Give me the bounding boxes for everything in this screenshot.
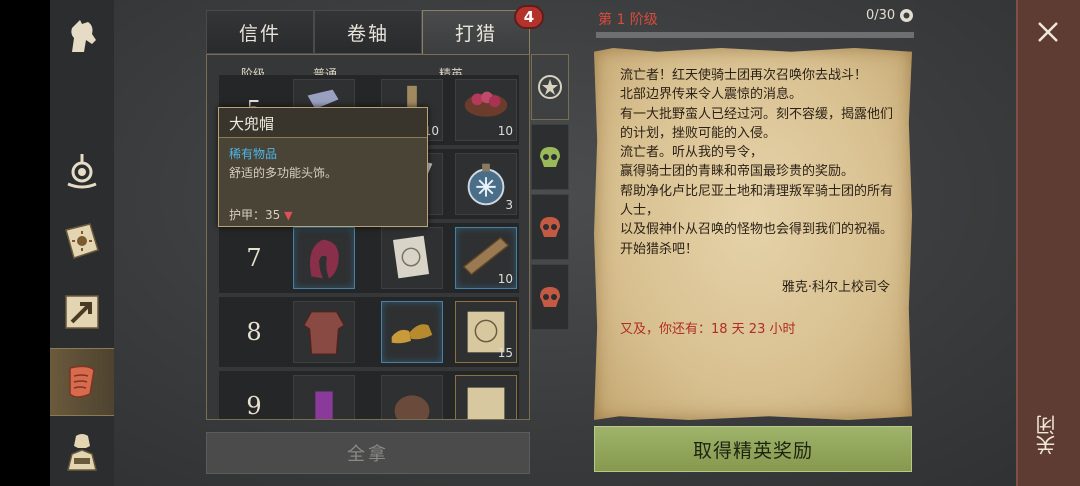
close-panel[interactable] (1016, 0, 1080, 486)
hero-icon (67, 434, 97, 471)
tunic-item-icon (302, 310, 346, 355)
tooltip-description: 舒适的多功能头饰。 (229, 166, 338, 180)
nav-map[interactable] (50, 278, 114, 346)
tab-skull-red-2[interactable] (531, 264, 569, 330)
potion-item-icon (315, 391, 333, 419)
reward-row: 8 15 (219, 297, 519, 367)
letter-line: 有一大批野蛮人已经过河。刻不容缓，揭露他们的计划，挫败可能的入侵。 (620, 106, 894, 141)
normal-reward-slot[interactable] (293, 227, 355, 289)
item-tooltip: 大兜帽 稀有物品 舒适的多功能头饰。 护甲：35 ▼ (218, 107, 428, 227)
elite-reward-slot[interactable] (455, 375, 517, 419)
letter-line: 以及假神仆从召唤的怪物也会得到我们的祝福。开始猎杀吧！ (620, 222, 894, 257)
tooltip-armor: 护甲：35 ▼ (229, 206, 293, 223)
letter-parchment: 流亡者！红天使骑士团再次召唤你去战斗！ 北部边界传来令人震惊的消息。 有一大批野… (594, 48, 912, 420)
scroll-icon (69, 365, 95, 398)
book-sun-icon (65, 223, 99, 259)
letter-body: 流亡者！红天使骑士团再次召唤你去战斗！ 北部边界传来令人震惊的消息。 有一大批野… (620, 66, 894, 259)
nav-horse[interactable] (50, 2, 114, 70)
row-level: 9 (246, 392, 262, 420)
left-black-bar (0, 0, 50, 486)
tab-letters[interactable]: 信件 (206, 10, 314, 54)
close-label[interactable]: 关闭 (1032, 415, 1062, 455)
stage-title: 第 1 阶级 (598, 12, 658, 28)
nav-book[interactable] (50, 208, 114, 276)
letter-line: 北部边界传来令人震惊的消息。 (620, 87, 803, 103)
skull-red-icon (540, 217, 560, 237)
reward-row: 7 10 (219, 223, 519, 293)
bag-item-icon (394, 395, 430, 419)
row-level: 7 (246, 244, 262, 272)
elite-reward-slot[interactable]: 10 (455, 227, 517, 289)
nav-hero[interactable] (50, 418, 114, 486)
letter-line: 赢得骑士团的青睐和帝国最珍贵的奖励。 (620, 164, 855, 180)
horse-icon (71, 20, 96, 52)
tab-skull-green[interactable] (531, 124, 569, 190)
decrease-arrow-icon: ▼ (284, 209, 293, 222)
item-count: 15 (497, 346, 513, 360)
letter-line: 帮助净化卢比尼亚土地和清理叛军骑士团的所有人士， (620, 183, 894, 219)
frost-scroll-icon (467, 387, 505, 419)
normal-reward-slot[interactable] (293, 301, 355, 363)
normal-reward-slot[interactable] (293, 375, 355, 419)
tab-skull-red-1[interactable] (531, 194, 569, 260)
side-nav (50, 0, 114, 486)
elite-reward-slot[interactable]: 3 (455, 153, 517, 215)
nav-compass[interactable] (50, 138, 114, 206)
time-remaining: 又及，你还有：18 天 23 小时 (620, 322, 796, 337)
hunting-count-badge: 4 (514, 5, 544, 29)
elite-reward-slot[interactable] (381, 375, 443, 419)
tooltip-title: 大兜帽 (219, 108, 427, 138)
hood-item-icon (309, 239, 339, 279)
reward-row: 9 (219, 371, 519, 420)
star-medal-icon (538, 75, 562, 99)
gear-token-icon (900, 9, 914, 22)
boots-item-icon (391, 324, 433, 344)
elite-reward-slot[interactable]: 15 (455, 301, 517, 363)
take-all-button[interactable]: 全拿 (206, 432, 530, 474)
map-document-icon (393, 235, 430, 279)
row-level: 8 (246, 318, 262, 346)
armor-value: 护甲：35 (229, 208, 281, 222)
elite-reward-slot[interactable]: 10 (455, 79, 517, 141)
close-icon[interactable] (1032, 16, 1064, 48)
nav-scroll[interactable] (50, 348, 114, 416)
elite-reward-slot[interactable] (381, 227, 443, 289)
letter-line: 流亡者！红天使骑士团再次召唤你去战斗！ (620, 68, 868, 83)
stage-progress: 0/30 (866, 8, 914, 23)
letter-signature: 雅克·科尔上校司令 (781, 280, 890, 295)
item-count: 10 (497, 272, 513, 286)
category-tabs: 信件 卷轴 打猎 (206, 10, 530, 54)
claim-elite-reward-button[interactable]: 取得精英奖励 (594, 426, 912, 472)
stage-progress-bar (596, 32, 914, 38)
tooltip-rarity: 稀有物品 (229, 147, 278, 161)
tab-scrolls[interactable]: 卷轴 (314, 10, 422, 54)
map-arrow-icon (65, 295, 99, 329)
item-count: 3 (505, 198, 513, 212)
stage-progress-text: 0/30 (866, 8, 896, 23)
tab-rank-medal[interactable] (531, 54, 569, 120)
item-count: 10 (497, 124, 513, 138)
skull-red-icon (540, 287, 560, 307)
letter-line: 流亡者。听从我的号令， (620, 145, 764, 161)
skull-green-icon (540, 147, 560, 167)
elite-reward-slot[interactable] (381, 301, 443, 363)
compass-icon (67, 154, 97, 189)
